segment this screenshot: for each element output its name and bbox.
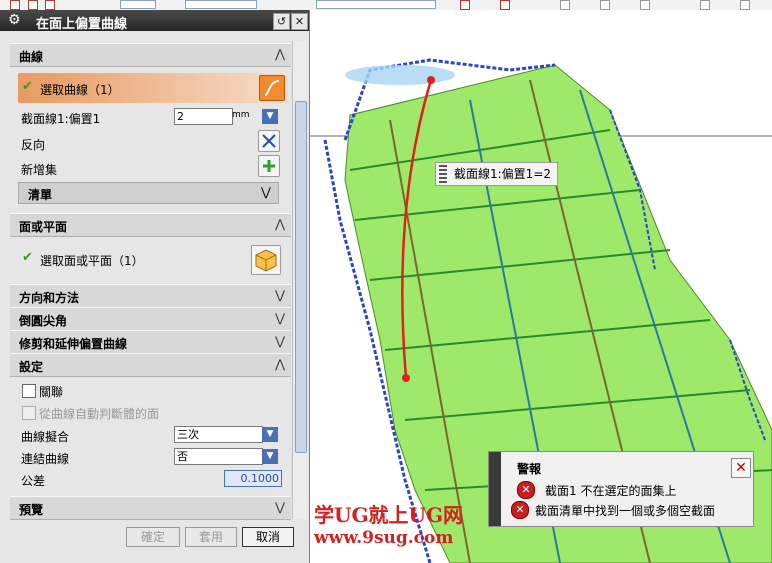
chevron-down-icon[interactable]: ▼ (262, 449, 278, 464)
section-settings-title: 設定 (19, 360, 44, 374)
gear-icon[interactable]: ⚙ (8, 12, 21, 28)
tooltip-text: 截面線1:偏置1=2 (454, 167, 552, 181)
auto-judge-label: 從曲線自動判斷體的面 (39, 407, 160, 421)
check-icon: ✔ (22, 250, 33, 265)
toolbar-icon[interactable] (10, 0, 20, 10)
list-box[interactable]: 清單 ⋁ (18, 182, 279, 204)
toolbar-dropdown[interactable] (316, 0, 436, 9)
toolbar-icon[interactable] (700, 0, 710, 10)
section-fillet-header[interactable]: 倒圓尖角 ⋁ (10, 307, 291, 331)
reverse-direction-icon[interactable] (258, 130, 280, 152)
toolbar-icon[interactable] (640, 0, 650, 10)
chevron-up-icon: ⋀ (275, 47, 285, 61)
toolbar-dropdown[interactable] (120, 0, 156, 9)
drag-handle-icon[interactable] (439, 165, 447, 183)
dialog-body: 曲線 ⋀ ✔ 選取曲線（1） 截面線1:偏置1 2 mm ▼ 反向 新增集 清單… (10, 41, 291, 520)
dialog-scrollbar[interactable] (292, 41, 307, 519)
section-curves-title: 曲線 (19, 50, 44, 64)
connect-curves-select[interactable]: 否 (174, 448, 263, 465)
section-fillet-title: 倒圓尖角 (19, 314, 68, 328)
chevron-down-icon: ⋁ (275, 288, 285, 302)
error-icon: ✕ (517, 481, 535, 499)
toolbar-icon[interactable] (740, 0, 750, 10)
chevron-down-icon: ⋁ (261, 185, 271, 199)
toolbar-dropdown[interactable] (185, 0, 257, 9)
warning-line2: 截面清單中找到一個或多個空截面 (535, 504, 716, 518)
section-direction-title: 方向和方法 (19, 291, 80, 305)
chevron-down-icon: ⋁ (275, 334, 285, 348)
warning-line1: 截面1 不在選定的面集上 (545, 484, 677, 498)
toolbar-icon[interactable] (600, 0, 610, 10)
section-trim-header[interactable]: 修剪和延伸偏置曲線 ⋁ (10, 330, 291, 354)
graphics-viewport[interactable]: 截面線1:偏置1=2 警報 ✕ ✕ 截面1 不在選定的面集上 ✕ 截面清單中找到… (310, 10, 772, 563)
reverse-label: 反向 (21, 138, 46, 152)
close-icon[interactable]: ✕ (731, 458, 751, 478)
offset-tooltip: 截面線1:偏置1=2 (435, 162, 559, 186)
dialog-title: 在面上偏置曲線 (36, 17, 128, 32)
offset-input[interactable]: 2 (174, 108, 233, 125)
apply-button[interactable]: 套用 (185, 527, 237, 547)
tolerance-label: 公差 (21, 474, 46, 488)
auto-judge-checkbox (22, 406, 36, 420)
chevron-down-icon: ⋁ (275, 311, 285, 325)
toolbar-icon[interactable] (560, 0, 570, 10)
section-preview-header[interactable]: 預覽 ⋁ (10, 496, 291, 520)
warning-panel: 警報 ✕ ✕ 截面1 不在選定的面集上 ✕ 截面清單中找到一個或多個空截面 (488, 451, 754, 527)
section-direction-header[interactable]: 方向和方法 ⋁ (10, 284, 291, 308)
watermark-title: 学UG就上UG网 (314, 503, 464, 527)
section-settings-header[interactable]: 設定 ⋀ (10, 353, 291, 377)
connect-curves-label: 連結曲線 (21, 452, 70, 466)
associative-checkbox[interactable] (22, 384, 36, 398)
offset-curve-dialog: ⚙ 在面上偏置曲線 ↺ ✕ 曲線 ⋀ ✔ 選取曲線（1） 截面線1:偏置1 2 … (0, 10, 310, 563)
chevron-down-icon[interactable]: ▼ (262, 427, 278, 442)
reset-icon[interactable]: ↺ (273, 13, 290, 30)
curve-select-icon[interactable] (259, 75, 285, 101)
offset-dropdown-icon[interactable]: ▼ (262, 109, 278, 124)
toolbar-icon[interactable] (500, 0, 510, 10)
cancel-button[interactable]: 取消 (242, 527, 294, 547)
add-set-icon[interactable] (258, 155, 280, 177)
cube-icon[interactable] (251, 245, 281, 275)
section-trim-title: 修剪和延伸偏置曲線 (19, 337, 128, 351)
toolbar-icon[interactable] (45, 0, 55, 10)
toolbar-icon[interactable] (28, 0, 38, 10)
curve-fit-select[interactable]: 三次 (174, 426, 263, 443)
chevron-up-icon: ⋀ (275, 357, 285, 371)
scrollbar-thumb[interactable] (295, 101, 307, 453)
ok-button[interactable]: 確定 (126, 527, 180, 547)
section-curves-header[interactable]: 曲線 ⋀ (10, 43, 291, 67)
associative-label: 關聯 (39, 385, 64, 399)
drag-handle-icon[interactable] (489, 452, 501, 526)
select-curve-label: 選取曲線（1） (40, 83, 120, 97)
watermark-url: www.9sug.com (314, 528, 454, 548)
list-label: 清單 (28, 188, 53, 202)
chevron-up-icon: ⋀ (275, 217, 285, 231)
select-face-label[interactable]: 選取面或平面（1） (40, 252, 144, 269)
dialog-titlebar: ⚙ 在面上偏置曲線 ↺ ✕ (0, 10, 309, 32)
section-face-title: 面或平面 (19, 220, 68, 234)
chevron-down-icon: ⋁ (275, 500, 285, 514)
new-set-label: 新增集 (21, 163, 58, 177)
error-icon: ✕ (511, 501, 529, 519)
section-preview-title: 預覽 (19, 503, 44, 517)
curve-fit-label: 曲線擬合 (21, 430, 70, 444)
offset-unit: mm (232, 110, 250, 120)
check-icon: ✔ (22, 79, 33, 94)
warning-title: 警報 (517, 462, 542, 476)
select-curve-row[interactable]: ✔ 選取曲線（1） (18, 73, 288, 103)
offset-label: 截面線1:偏置1 (21, 112, 101, 126)
section-face-header[interactable]: 面或平面 ⋀ (10, 213, 291, 237)
close-icon[interactable]: ✕ (291, 13, 308, 30)
tolerance-input[interactable]: 0.1000 (224, 470, 282, 487)
toolbar-icon[interactable] (460, 0, 470, 10)
